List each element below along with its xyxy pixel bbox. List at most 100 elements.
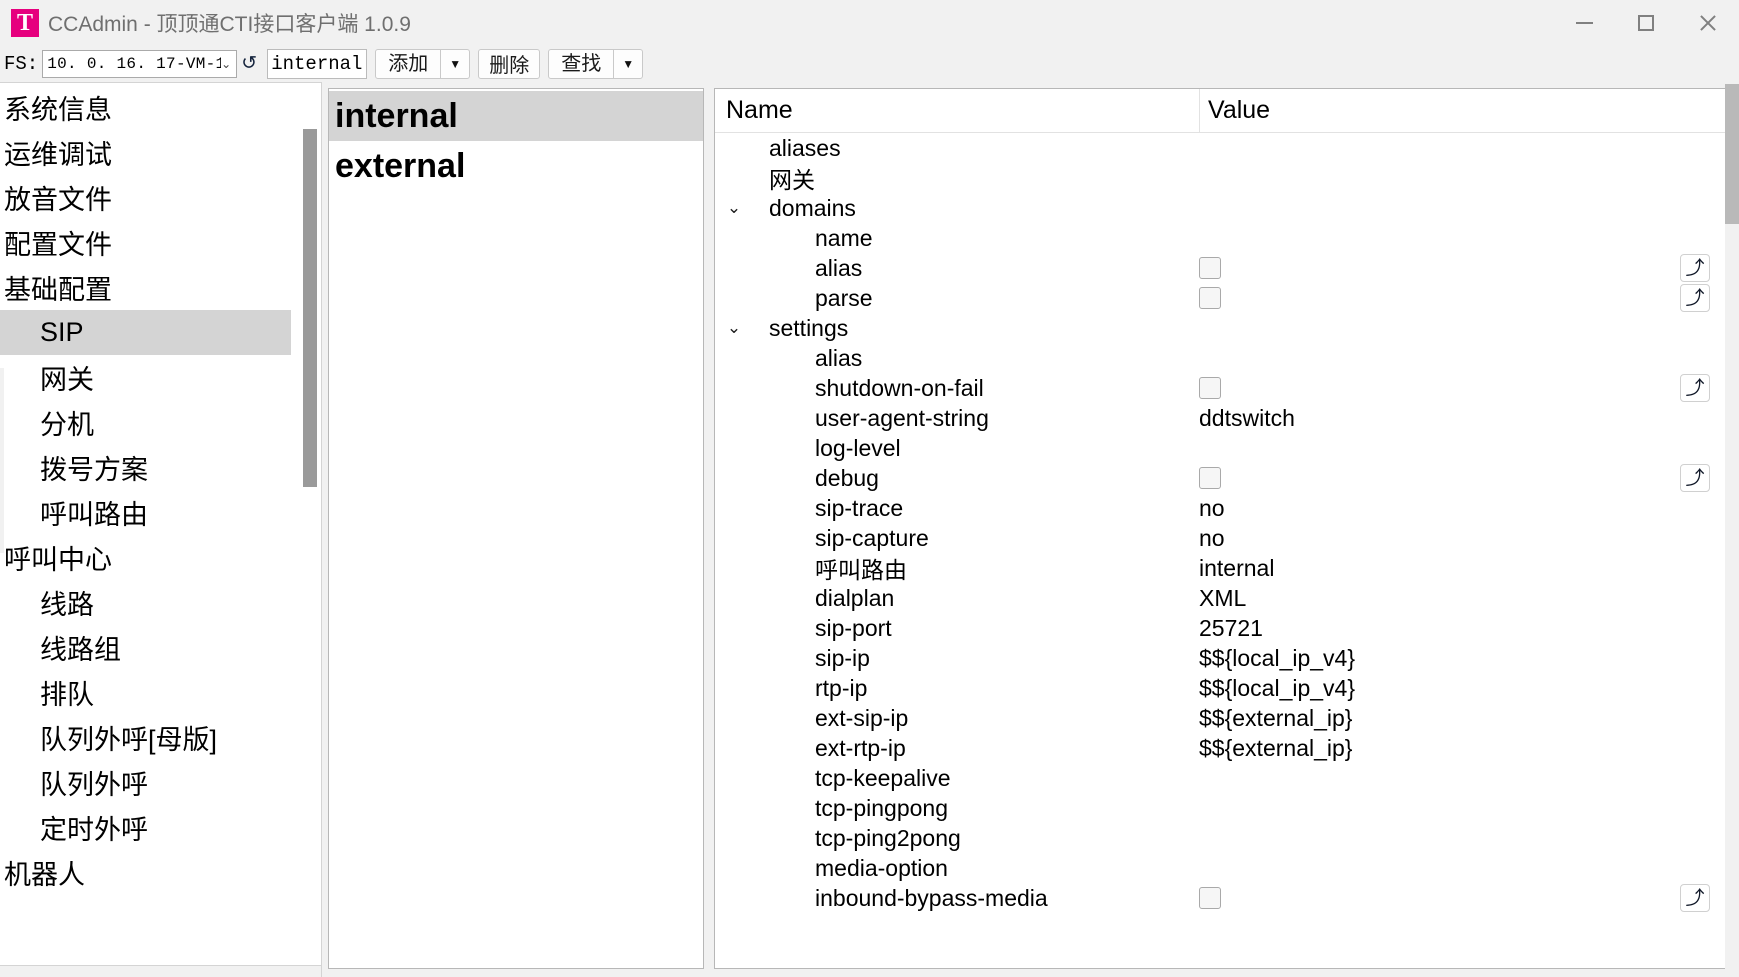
find-dropdown-icon[interactable]: ▼ xyxy=(614,57,642,71)
maximize-icon xyxy=(1638,14,1654,31)
revert-button[interactable]: ⤴ xyxy=(1680,254,1710,282)
checkbox-icon[interactable] xyxy=(1199,887,1221,909)
checkbox-icon[interactable] xyxy=(1199,287,1221,309)
sidebar-item[interactable]: 呼叫路由 xyxy=(0,490,321,535)
table-row[interactable]: 网关 xyxy=(715,163,1732,193)
tree-row-checkbox[interactable] xyxy=(1199,463,1221,493)
fs-server-select[interactable]: 10. 0. 16. 17-VM-16-17-ce ⌄ xyxy=(42,49,238,78)
table-row[interactable]: tcp-keepalive xyxy=(715,763,1732,793)
sidebar-item[interactable]: 排队 xyxy=(0,670,321,715)
find-button[interactable]: 查找 ▼ xyxy=(548,48,644,79)
main-body: 系统信息 运维调试 放音文件 配置文件 基础配置 SIP 网关 分机 拨号方案 呼叫路由 呼叫中心线… xyxy=(0,82,1739,977)
sidebar-item[interactable]: 网关 xyxy=(0,355,321,400)
sidebar-item[interactable]: 呼叫中心 xyxy=(0,535,321,580)
revert-button[interactable]: ⤴ xyxy=(1680,374,1710,402)
table-row[interactable]: aliases xyxy=(715,133,1732,163)
table-row[interactable]: inbound-bypass-media ⤴ xyxy=(715,883,1732,913)
tree-row-name: parse xyxy=(815,284,873,311)
add-button[interactable]: 添加 ▼ xyxy=(375,48,471,79)
tree-vertical-scrollbar[interactable] xyxy=(1725,82,1739,977)
maximize-button[interactable] xyxy=(1615,0,1677,45)
table-row[interactable]: debug ⤴ xyxy=(715,463,1732,493)
table-row[interactable]: name xyxy=(715,223,1732,253)
tree-row-checkbox[interactable] xyxy=(1199,373,1221,403)
checkbox-icon[interactable] xyxy=(1199,467,1221,489)
revert-button[interactable]: ⤴ xyxy=(1680,884,1710,912)
add-button-label: 添加 xyxy=(388,52,429,75)
table-row[interactable]: alias xyxy=(715,343,1732,373)
table-row[interactable]: user-agent-string ddtswitch xyxy=(715,403,1732,433)
column-header-value[interactable]: Value xyxy=(1199,89,1732,132)
list-item[interactable]: internal xyxy=(329,91,703,141)
tree-row-name: dialplan xyxy=(815,584,895,611)
tree-row-checkbox[interactable] xyxy=(1199,253,1221,283)
column-header-name[interactable]: Name xyxy=(715,96,1199,125)
search-input[interactable]: internal xyxy=(267,48,368,79)
table-row[interactable]: media-option xyxy=(715,853,1732,883)
sidebar-item[interactable]: 系统信息 xyxy=(0,85,321,130)
checkbox-icon[interactable] xyxy=(1199,257,1221,279)
chevron-down-icon[interactable]: ⌄ xyxy=(719,318,749,338)
chevron-down-icon[interactable]: ⌄ xyxy=(719,198,749,218)
sidebar-item-label: 基础配置 xyxy=(4,275,112,305)
refresh-button[interactable]: ↺ xyxy=(237,50,261,78)
table-row[interactable]: alias ⤴ xyxy=(715,253,1732,283)
sidebar-item[interactable]: 分机 xyxy=(0,400,321,445)
tree-scroll-thumb[interactable] xyxy=(1725,84,1739,224)
tree-row-checkbox[interactable] xyxy=(1199,883,1221,913)
table-row[interactable]: 呼叫路由 internal xyxy=(715,553,1732,584)
sidebar-scroll-thumb[interactable] xyxy=(303,129,317,487)
sidebar-item[interactable]: 队列外呼[母版] xyxy=(0,715,321,760)
minimize-icon xyxy=(1575,21,1593,24)
sidebar-item[interactable]: 配置文件 xyxy=(0,220,321,265)
tree-row-checkbox[interactable] xyxy=(1199,283,1221,313)
table-row[interactable]: sip-trace no xyxy=(715,493,1732,523)
table-row[interactable]: sip-capture no xyxy=(715,523,1732,553)
table-row[interactable]: ⌄ domains xyxy=(715,193,1732,223)
profile-list: internal external xyxy=(328,88,704,969)
sidebar-scrollbar[interactable] xyxy=(303,87,317,977)
close-button[interactable] xyxy=(1677,0,1739,45)
table-row[interactable]: dialplan XML xyxy=(715,583,1732,613)
sidebar-item[interactable]: 基础配置 xyxy=(0,265,321,310)
list-item[interactable]: external xyxy=(329,141,703,191)
table-row[interactable]: log-level xyxy=(715,433,1732,463)
sidebar-item[interactable]: 定时外呼 xyxy=(0,805,321,850)
sidebar-item[interactable]: SIP xyxy=(0,310,291,355)
table-row[interactable]: rtp-ip $${local_ip_v4} xyxy=(715,673,1732,703)
revert-arrow-icon: ⤴ xyxy=(1685,257,1705,279)
table-row[interactable]: ⌄ settings xyxy=(715,313,1732,343)
sidebar-item[interactable]: 机器人 xyxy=(0,850,321,895)
tree-row-value: $${external_ip} xyxy=(1199,734,1353,761)
minimize-button[interactable] xyxy=(1553,0,1615,45)
revert-button[interactable]: ⤴ xyxy=(1680,464,1710,492)
sidebar-list: 系统信息 运维调试 放音文件配置文件基础配置 SIP 网关 分机 拨号方案 呼叫路由呼叫中心线… xyxy=(0,83,321,895)
add-dropdown-icon[interactable]: ▼ xyxy=(441,57,469,71)
sidebar-item-label: 配置文件 xyxy=(4,230,112,260)
table-row[interactable]: tcp-pingpong xyxy=(715,793,1732,823)
tree-row-name: tcp-ping2pong xyxy=(815,824,961,851)
tree-row-name: aliases xyxy=(769,134,841,161)
tree-row-value: internal xyxy=(1199,554,1275,581)
tree-row-name: log-level xyxy=(815,434,901,461)
sidebar-item[interactable]: 线路组 xyxy=(0,625,321,670)
table-row[interactable]: tcp-ping2pong xyxy=(715,823,1732,853)
table-row[interactable]: sip-port 25721 xyxy=(715,613,1732,643)
sidebar-item[interactable]: 拨号方案 xyxy=(0,445,321,490)
checkbox-icon[interactable] xyxy=(1199,377,1221,399)
table-row[interactable]: ext-sip-ip $${external_ip} xyxy=(715,703,1732,733)
table-row[interactable]: shutdown-on-fail ⤴ xyxy=(715,373,1732,403)
sidebar-item[interactable]: 线路 xyxy=(0,580,321,625)
sidebar-item[interactable]: 队列外呼 xyxy=(0,760,321,805)
profile-list-pane: internal external xyxy=(322,82,712,977)
sidebar-item-label: 呼叫中心 xyxy=(4,545,112,575)
table-row[interactable]: parse ⤴ xyxy=(715,283,1732,313)
sidebar-item-label: 线路组 xyxy=(40,635,121,665)
table-row[interactable]: ext-rtp-ip $${external_ip} xyxy=(715,733,1732,763)
tree-row-name: shutdown-on-fail xyxy=(815,374,984,401)
table-row[interactable]: sip-ip $${local_ip_v4} xyxy=(715,643,1732,673)
revert-button[interactable]: ⤴ xyxy=(1680,284,1710,312)
sidebar-item[interactable]: 放音文件 xyxy=(0,175,321,220)
delete-button[interactable]: 删除 xyxy=(478,48,541,79)
sidebar-item[interactable]: 运维调试 xyxy=(0,130,321,175)
